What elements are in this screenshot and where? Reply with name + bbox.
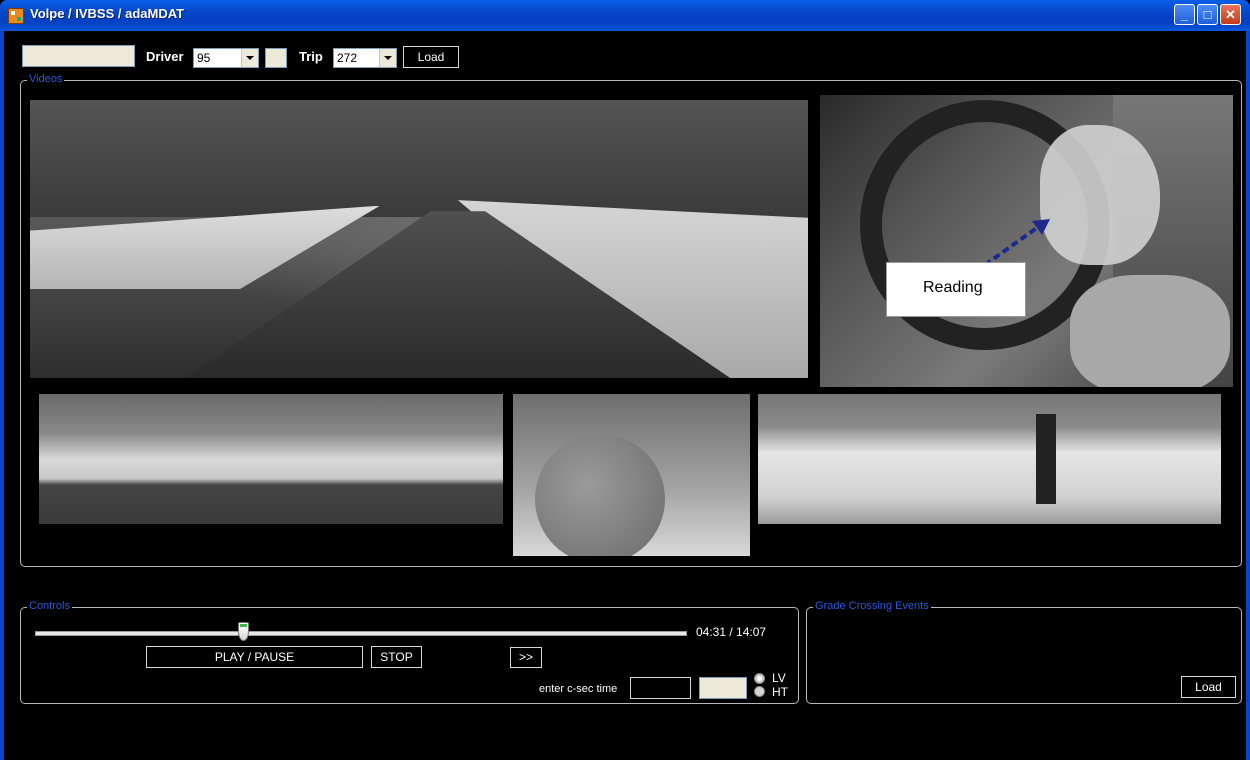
radio-lv[interactable] [754,673,765,684]
title-bar: Volpe / IVBSS / adaMDAT _ □ ✕ [0,0,1250,31]
playback-slider-track[interactable] [35,631,687,636]
driver-hands-video: Reading [820,95,1233,387]
video-snowbank-left [30,205,381,290]
csec-label: enter c-sec time [539,683,618,695]
reading-annotation: Reading [886,262,1026,317]
radio-ht-label: HT [772,685,788,699]
driver-face-video [513,394,750,556]
driver-select[interactable]: 95 [193,48,259,68]
forward-road-video [30,100,808,378]
right-side-video [758,394,1221,524]
videos-group-label: Videos [27,73,65,85]
csec-go-button[interactable] [699,677,747,699]
file-path-field[interactable] [22,45,135,67]
minimize-button[interactable]: _ [1174,4,1195,25]
radio-lv-label: LV [772,671,786,685]
stop-button[interactable]: STOP [371,646,422,668]
fast-forward-button[interactable]: >> [510,647,542,668]
video-post [1036,414,1056,504]
driver-select-value: 95 [197,51,211,65]
close-button[interactable]: ✕ [1220,4,1241,25]
events-group-label: Grade Crossing Events [813,600,931,612]
video-sky [30,100,808,217]
radio-ht[interactable] [754,686,765,697]
arm-image [1070,275,1230,387]
app-icon [8,8,24,24]
window-frame-left [0,31,4,760]
load-events-button[interactable]: Load [1181,676,1236,698]
load-trip-button[interactable]: Load [403,46,459,68]
time-readout: 04:31 / 14:07 [696,625,767,639]
play-pause-button[interactable]: PLAY / PAUSE [146,646,363,668]
trip-label: Trip [299,49,323,64]
controls-group-label: Controls [27,600,72,612]
chevron-down-icon[interactable] [379,49,396,67]
left-side-video [39,394,503,524]
face-blur-mask [535,434,665,556]
driver-toggle-button[interactable] [265,48,287,68]
csec-time-input[interactable] [630,677,691,699]
trip-select[interactable]: 272 [333,48,397,68]
driver-label: Driver [146,49,184,64]
trip-select-value: 272 [337,51,358,65]
maximize-button[interactable]: □ [1197,4,1218,25]
window-title: Volpe / IVBSS / adaMDAT [30,6,185,21]
window-frame-right [1246,31,1250,760]
chevron-down-icon[interactable] [241,49,258,67]
playback-slider-thumb[interactable] [238,622,249,641]
grade-crossing-events-group: Grade Crossing Events [806,600,1242,704]
